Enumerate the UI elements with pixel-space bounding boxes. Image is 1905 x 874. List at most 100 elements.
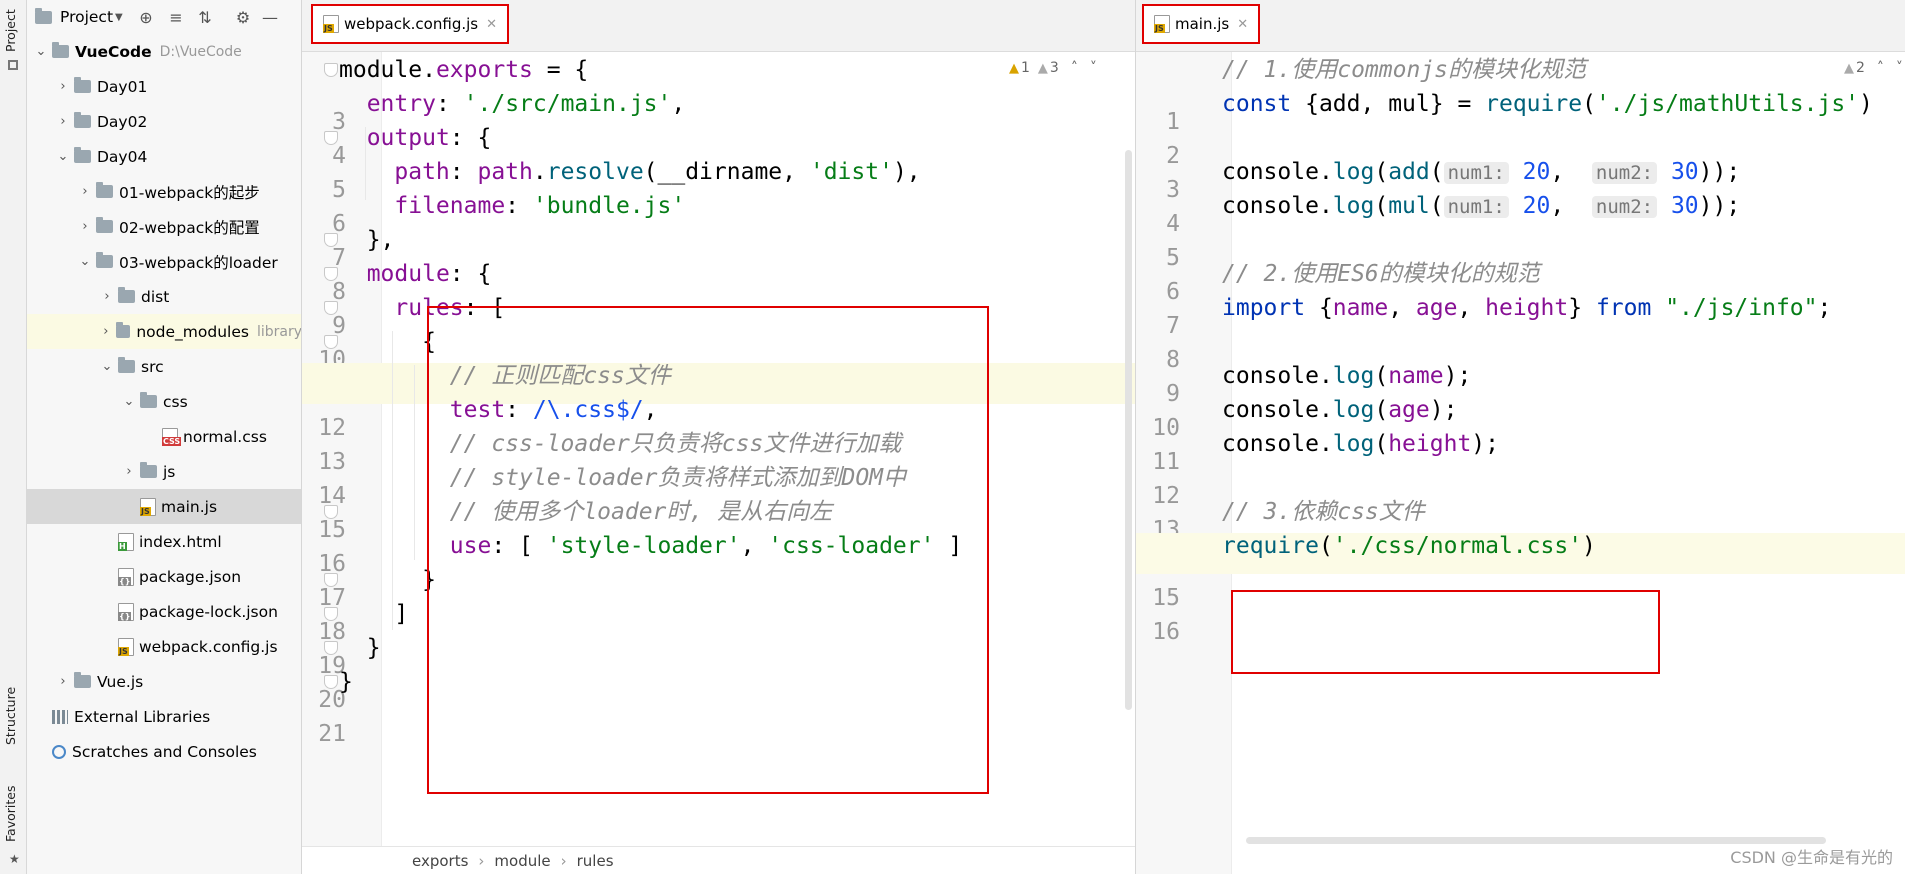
chevron-right-icon[interactable]: › — [77, 184, 93, 199]
code-token: "./js/info" — [1665, 295, 1818, 321]
code-line: } — [339, 563, 436, 597]
tree-item[interactable]: ⌄ src — [27, 349, 301, 384]
fold-marker[interactable] — [324, 505, 338, 519]
tree-item[interactable]: JS webpack.config.js — [27, 629, 301, 664]
chevron-right-icon[interactable]: › — [55, 114, 71, 129]
tree-item-label: 01-webpack的起步 — [119, 183, 260, 202]
code-line: module.exports = { — [339, 53, 588, 87]
inspection-widget[interactable]: ▲ 1 ▲ 3 ˄ ˅ — [1009, 60, 1097, 76]
warning-count: 1 — [1021, 60, 1030, 76]
chevron-down-icon[interactable]: ˅ — [1090, 60, 1097, 76]
tree-item[interactable]: › dist — [27, 279, 301, 314]
locate-icon[interactable]: ⊕ — [135, 6, 157, 28]
collapse-all-icon[interactable]: ≡ — [165, 6, 187, 28]
chevron-up-icon[interactable]: ˄ — [1071, 60, 1078, 76]
folder-icon — [96, 182, 113, 198]
tree-item[interactable]: ⌄ VueCode D:\VueCode — [27, 34, 301, 69]
fold-marker[interactable] — [324, 63, 338, 77]
warning-icon: ▲ — [1009, 60, 1019, 76]
chevron-down-icon[interactable]: ˅ — [1896, 60, 1903, 76]
code-line: output: { — [339, 121, 492, 155]
tree-item[interactable]: › node_modules library — [27, 314, 301, 349]
tree-item[interactable]: {} package-lock.json — [27, 594, 301, 629]
weak-warning-icon: ▲ — [1844, 60, 1854, 76]
tree-item-label: node_modules — [136, 322, 249, 341]
gear-icon[interactable]: ⚙ — [232, 6, 254, 28]
code-token: )); — [1698, 193, 1741, 219]
chevron-right-icon[interactable]: › — [99, 324, 113, 339]
project-view-select[interactable]: Project — [60, 8, 113, 26]
fold-marker[interactable] — [324, 301, 338, 315]
chevron-right-icon[interactable]: › — [99, 289, 115, 304]
chevron-down-icon[interactable]: ⌄ — [77, 254, 93, 269]
code-token: . — [532, 159, 547, 185]
breadcrumb-item[interactable]: exports — [412, 852, 468, 870]
code-token: ( — [1374, 363, 1389, 389]
tree-item[interactable]: › js — [27, 454, 301, 489]
tab-webpack-config[interactable]: JS webpack.config.js ✕ — [311, 4, 509, 44]
tree-item[interactable]: ⌄ 03-webpack的loader — [27, 244, 301, 279]
chevron-down-icon[interactable]: ⌄ — [99, 359, 115, 374]
tree-item[interactable]: {} package.json — [27, 559, 301, 594]
code-token: module — [339, 57, 423, 83]
folder-icon — [74, 77, 91, 93]
chevron-down-icon[interactable]: ▼ — [115, 12, 123, 23]
fold-marker[interactable] — [324, 233, 338, 247]
tree-item[interactable]: › 02-webpack的配置 — [27, 209, 301, 244]
chevron-right-icon[interactable]: › — [77, 219, 93, 234]
code-token: num2: — [1591, 196, 1658, 218]
code-token: . — [1318, 193, 1333, 219]
close-icon[interactable]: ✕ — [486, 17, 497, 32]
chevron-down-icon[interactable]: ⌄ — [33, 44, 49, 59]
tree-item[interactable]: › Vue.js — [27, 664, 301, 699]
tree-item[interactable]: › 01-webpack的起步 — [27, 174, 301, 209]
close-icon[interactable]: ✕ — [1237, 17, 1248, 32]
tree-item[interactable]: Hindex.html — [27, 524, 301, 559]
tree-item[interactable]: › Day01 — [27, 69, 301, 104]
tab-main-js[interactable]: JS main.js ✕ — [1142, 4, 1261, 44]
code-token: console — [1222, 431, 1319, 457]
chevron-down-icon[interactable]: ⌄ — [121, 394, 137, 409]
code-token: height — [1485, 295, 1569, 321]
vertical-scrollbar[interactable] — [1125, 150, 1132, 710]
line-number: 8 — [1166, 347, 1180, 373]
horizontal-scrollbar[interactable] — [1246, 837, 1826, 844]
fold-marker[interactable] — [324, 607, 338, 621]
fold-marker[interactable] — [324, 131, 338, 145]
chevron-right-icon[interactable]: › — [55, 79, 71, 94]
code-token: { — [1291, 91, 1319, 117]
code-token: = { — [532, 57, 589, 83]
project-tool-icon[interactable] — [8, 60, 18, 70]
breadcrumb-item[interactable]: rules — [577, 852, 614, 870]
expand-icon[interactable]: ⇅ — [194, 6, 216, 28]
breadcrumb-item[interactable]: module — [494, 852, 550, 870]
tree-item[interactable]: Scratches and Consoles — [27, 734, 301, 769]
fold-marker[interactable] — [324, 675, 338, 689]
tree-item-label: 03-webpack的loader — [119, 253, 278, 272]
tree-item[interactable]: ⌄ css — [27, 384, 301, 419]
minimize-icon[interactable]: — — [259, 6, 281, 28]
fold-marker[interactable] — [324, 335, 338, 349]
code-token: output — [366, 125, 450, 151]
fold-marker[interactable] — [324, 267, 338, 281]
line-gutter: 12345678910111213141516 — [1136, 52, 1232, 874]
chevron-right-icon[interactable]: › — [121, 464, 137, 479]
favorites-tool-tab[interactable]: Favorites — [3, 786, 18, 842]
tree-item[interactable]: CSS normal.css — [27, 419, 301, 454]
chevron-down-icon[interactable]: ⌄ — [55, 149, 71, 164]
project-tool-tab[interactable]: Project — [3, 9, 18, 52]
code-token: 'dist' — [809, 159, 893, 185]
tree-item[interactable]: JS main.js — [27, 489, 301, 524]
structure-tool-tab[interactable]: Structure — [3, 687, 18, 745]
highlight-box-require-css — [1231, 590, 1660, 674]
fold-marker[interactable] — [324, 641, 338, 655]
tree-item[interactable]: External Libraries — [27, 699, 301, 734]
tree-item[interactable]: ⌄ Day04 — [27, 139, 301, 174]
chevron-right-icon[interactable]: › — [55, 674, 71, 689]
chevron-up-icon[interactable]: ˄ — [1877, 60, 1884, 76]
weak-warning-count: 3 — [1049, 60, 1059, 76]
tree-item[interactable]: › Day02 — [27, 104, 301, 139]
tree-item-label: package-lock.json — [139, 602, 278, 621]
fold-marker[interactable] — [324, 573, 338, 587]
inspection-widget[interactable]: ▲ 2 ˄ ˅ — [1844, 60, 1903, 76]
